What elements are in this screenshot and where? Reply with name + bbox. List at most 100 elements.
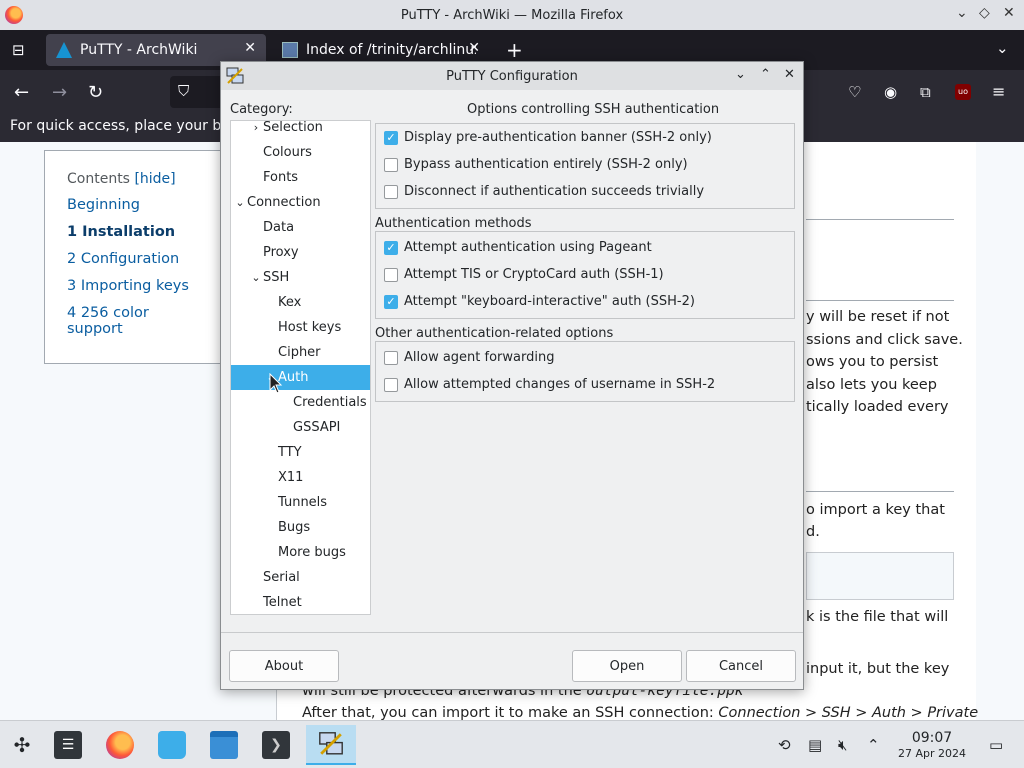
- option-group3-1[interactable]: Allow attempted changes of username in S…: [384, 377, 715, 392]
- cancel-button[interactable]: Cancel: [686, 650, 796, 682]
- account-icon[interactable]: ◉: [884, 83, 897, 101]
- chevron-down-icon[interactable]: ⌄: [996, 39, 1009, 57]
- option-group2-2[interactable]: ✓ Attempt "keyboard-interactive" auth (SS…: [384, 294, 695, 309]
- tree-item-bugs[interactable]: Bugs: [231, 515, 370, 540]
- close-icon[interactable]: ✕: [1003, 5, 1015, 21]
- putty-taskbar-icon[interactable]: [306, 725, 356, 765]
- tree-item-label: Kex: [278, 295, 302, 310]
- tree-item-host-keys[interactable]: Host keys: [231, 315, 370, 340]
- chevron-up-icon[interactable]: ⌃: [867, 736, 880, 754]
- tree-item-auth[interactable]: ⌄Auth: [231, 365, 370, 390]
- toc-item-beginning[interactable]: Beginning: [67, 197, 201, 213]
- maximize-icon[interactable]: ⌃: [760, 67, 771, 82]
- checkbox-unchecked-icon[interactable]: [384, 184, 398, 199]
- checkbox-unchecked-icon[interactable]: [384, 267, 398, 282]
- checkbox-checked-icon[interactable]: ✓: [384, 294, 398, 309]
- terminal-icon[interactable]: ❯: [256, 725, 296, 765]
- clock-time[interactable]: 09:07: [892, 730, 972, 746]
- option-label: Attempt TIS or CryptoCard auth (SSH-1): [404, 267, 664, 282]
- auth-methods-label: Authentication methods: [375, 216, 535, 231]
- category-tree[interactable]: › Selection Colours Fonts ⌄ Connection Data Pro…: [230, 120, 371, 615]
- divider: [806, 491, 954, 492]
- checkbox-checked-icon[interactable]: ✓: [384, 240, 398, 255]
- close-icon[interactable]: ✕: [784, 67, 795, 82]
- new-tab-icon[interactable]: +: [506, 38, 523, 62]
- extensions-icon[interactable]: ⧉: [920, 83, 931, 101]
- file-manager-icon[interactable]: [204, 725, 244, 765]
- tree-item-proxy[interactable]: Proxy: [231, 240, 370, 265]
- reload-icon[interactable]: ↻: [88, 82, 103, 103]
- tree-item-tunnels[interactable]: Tunnels: [231, 490, 370, 515]
- toc-hide-link[interactable]: [hide]: [134, 171, 175, 187]
- tree-item-label: Fonts: [263, 170, 299, 185]
- tree-item-label: X11: [278, 470, 304, 485]
- tree-item-label: Serial: [263, 570, 300, 585]
- tree-item-gssapi[interactable]: GSSAPI: [231, 415, 370, 440]
- tree-item-ssh[interactable]: ⌄ SSH: [231, 265, 370, 290]
- tree-item-cipher[interactable]: Cipher: [231, 340, 370, 365]
- about-button[interactable]: About: [229, 650, 339, 682]
- option-group2-1[interactable]: Attempt TIS or CryptoCard auth (SSH-1): [384, 267, 664, 282]
- tree-item-label: GSSAPI: [293, 420, 341, 435]
- back-icon[interactable]: ←: [14, 82, 29, 103]
- tree-item-selection[interactable]: › Selection: [231, 120, 370, 140]
- firefox-taskbar-icon[interactable]: [100, 725, 140, 765]
- discover-store-icon[interactable]: [152, 725, 192, 765]
- tree-item-telnet[interactable]: Telnet: [231, 590, 370, 614]
- putty-icon: [226, 67, 244, 84]
- minimize-icon[interactable]: ⌄: [735, 67, 746, 82]
- option-group2-0[interactable]: ✓ Attempt authentication using Pageant: [384, 240, 652, 255]
- list-all-tabs-icon[interactable]: ⊟: [12, 41, 25, 59]
- show-desktop-icon[interactable]: ▭: [989, 736, 1003, 754]
- tree-item-label: Selection: [263, 120, 323, 135]
- tree-item-label: Proxy: [263, 245, 299, 260]
- checkbox-unchecked-icon[interactable]: [384, 350, 398, 365]
- checkbox-unchecked-icon[interactable]: [384, 157, 398, 172]
- checkbox-unchecked-icon[interactable]: [384, 377, 398, 392]
- close-tab-icon[interactable]: ✕: [244, 40, 256, 56]
- options-header: Options controlling SSH authentication: [467, 102, 720, 117]
- option-group1-1[interactable]: Bypass authentication entirely (SSH-2 on…: [384, 157, 688, 172]
- updates-icon[interactable]: ⟲: [778, 736, 791, 754]
- tree-item-colours[interactable]: Colours: [231, 140, 370, 165]
- menu-icon[interactable]: ≡: [992, 82, 1005, 101]
- toc-item-installation[interactable]: 1 Installation: [67, 224, 201, 240]
- checkbox-checked-icon[interactable]: ✓: [384, 130, 398, 145]
- option-label: Attempt authentication using Pageant: [404, 240, 652, 255]
- option-label: Bypass authentication entirely (SSH-2 on…: [404, 157, 688, 172]
- toc-item-configuration[interactable]: 2 Configuration: [67, 251, 201, 267]
- minimize-icon[interactable]: ⌄: [956, 5, 968, 21]
- pocket-icon[interactable]: ♡: [848, 83, 861, 101]
- category-label: Category:: [230, 102, 293, 117]
- clipboard-icon[interactable]: ▤: [808, 736, 822, 754]
- tree-item-x11[interactable]: X11: [231, 465, 370, 490]
- tree-item-connection[interactable]: ⌄ Connection: [231, 190, 370, 215]
- tree-item-fonts[interactable]: Fonts: [231, 165, 370, 190]
- tree-item-kex[interactable]: Kex: [231, 290, 370, 315]
- ublock-icon[interactable]: uo: [955, 84, 971, 100]
- tree-item-more-bugs[interactable]: More bugs: [231, 540, 370, 565]
- clock-date[interactable]: 27 Apr 2024: [892, 747, 972, 760]
- putty-icon: [319, 732, 343, 755]
- shield-icon[interactable]: ⛉: [178, 82, 189, 100]
- application-launcher-icon[interactable]: ✣: [2, 725, 42, 765]
- close-tab-icon[interactable]: ✕: [468, 40, 480, 56]
- option-group3-0[interactable]: Allow agent forwarding: [384, 350, 554, 365]
- volume-muted-icon[interactable]: 🔇︎: [838, 736, 847, 754]
- tree-item-tty[interactable]: TTY: [231, 440, 370, 465]
- forward-icon[interactable]: →: [52, 82, 67, 103]
- option-group1-2[interactable]: Disconnect if authentication succeeds tr…: [384, 184, 704, 199]
- chevron-icon[interactable]: ⌄: [249, 265, 263, 290]
- chevron-icon[interactable]: ⌄: [233, 190, 247, 215]
- firefox-titlebar: PuTTY - ArchWiki — Mozilla Firefox ⌄ ◇ ✕: [0, 0, 1024, 30]
- tree-item-data[interactable]: Data: [231, 215, 370, 240]
- toc-item-importing-keys[interactable]: 3 Importing keys: [67, 278, 201, 294]
- tree-item-serial[interactable]: Serial: [231, 565, 370, 590]
- tree-item-credentials[interactable]: Credentials: [231, 390, 370, 415]
- system-settings-icon[interactable]: ☰: [48, 725, 88, 765]
- maximize-icon[interactable]: ◇: [979, 5, 990, 21]
- chevron-icon[interactable]: ›: [249, 121, 263, 140]
- toc-item-256-color[interactable]: 4 256 color support: [67, 305, 201, 337]
- open-button[interactable]: Open: [572, 650, 682, 682]
- option-group1-0[interactable]: ✓ Display pre-authentication banner (SSH-…: [384, 130, 712, 145]
